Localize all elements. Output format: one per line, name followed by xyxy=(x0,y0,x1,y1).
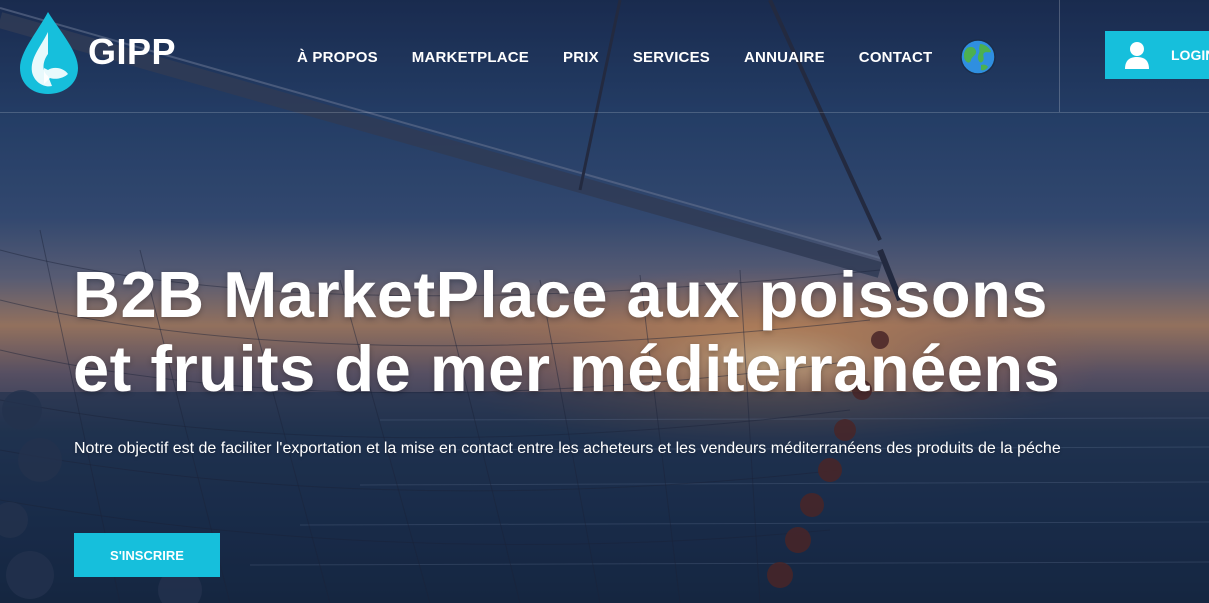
globe-icon xyxy=(960,39,997,75)
login-button[interactable]: LOGIN xyxy=(1105,31,1209,79)
navbar-divider xyxy=(1059,0,1060,112)
nav-item-a-propos[interactable]: À PROPOS xyxy=(280,39,395,76)
user-icon xyxy=(1125,42,1149,69)
hero-title: B2B MarketPlace aux poissons et fruits d… xyxy=(73,258,1203,406)
main-nav: À PROPOS MARKETPLACE PRIX SERVICES ANNUA… xyxy=(280,34,1007,80)
brand-logo[interactable]: GIPP xyxy=(18,10,176,94)
nav-item-prix[interactable]: PRIX xyxy=(546,39,616,76)
water-drop-fish-icon xyxy=(20,12,78,94)
login-label: LOGIN xyxy=(1171,47,1209,63)
hero-title-line-2: et fruits de mer méditerranéens xyxy=(73,332,1061,405)
top-navbar: GIPP À PROPOS MARKETPLACE PRIX SERVICES … xyxy=(0,0,1209,113)
hero-title-line-1: B2B MarketPlace aux poissons xyxy=(73,258,1048,331)
nav-item-services[interactable]: SERVICES xyxy=(616,39,727,76)
brand-name: GIPP xyxy=(88,31,177,72)
language-selector[interactable] xyxy=(949,34,1007,80)
nav-item-marketplace[interactable]: MARKETPLACE xyxy=(395,39,546,76)
nav-item-contact[interactable]: CONTACT xyxy=(842,39,950,76)
signup-button[interactable]: S'INSCRIRE xyxy=(74,533,220,577)
hero-subtitle: Notre objectif est de faciliter l'export… xyxy=(74,440,1061,457)
nav-item-annuaire[interactable]: ANNUAIRE xyxy=(727,39,842,76)
